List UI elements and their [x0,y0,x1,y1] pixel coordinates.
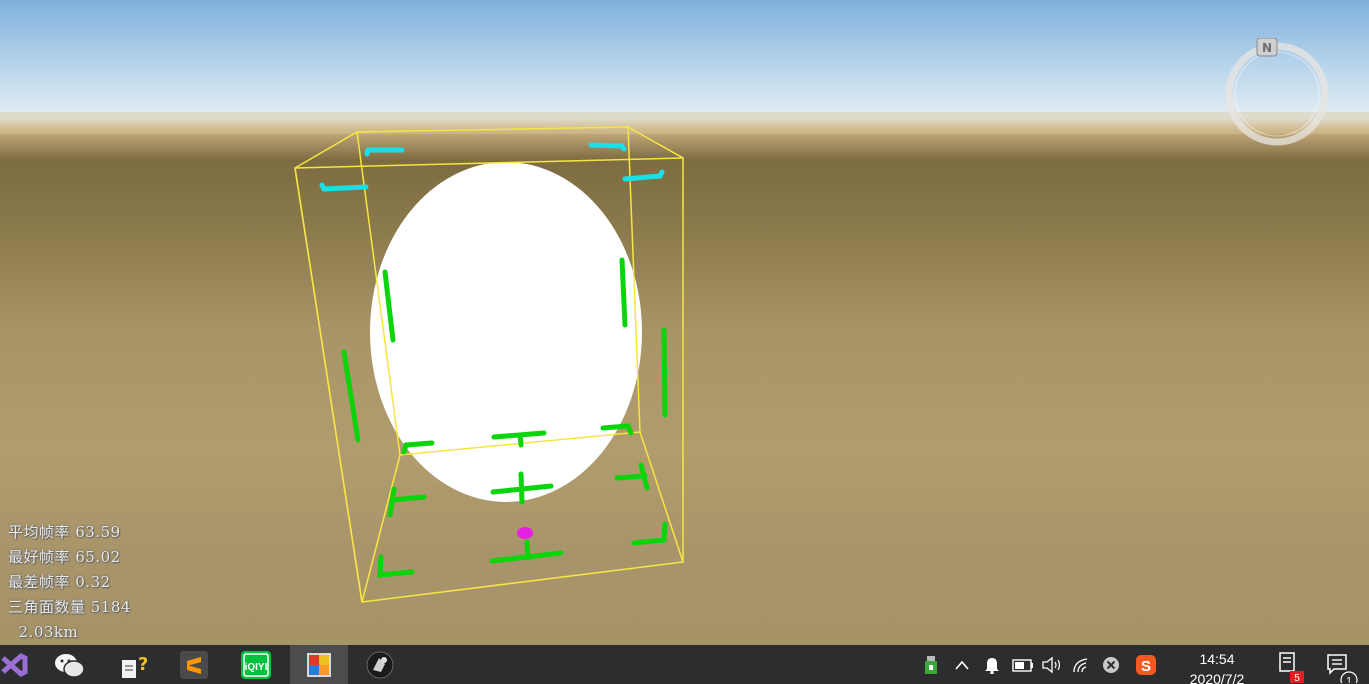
handle-top-back-left [364,147,405,157]
taskbar-app-iqiyi[interactable]: iQIYI [228,645,284,684]
tray-show-hidden-icons[interactable] [950,645,974,684]
3d-viewport[interactable]: N 平均帧率 63.59 最好帧率 65.02 最差帧率 0.32 三角面数量 … [0,0,1369,645]
taskbar-app-wechat[interactable] [42,645,98,684]
tray-news-feed[interactable]: 5 [1276,645,1306,684]
media-player-app-icon [366,651,394,678]
iqiyi-label: iQIYI [245,662,268,673]
tray-action-center[interactable]: 1 [1322,645,1362,684]
taskbar-app-image-viewer[interactable] [290,645,348,684]
triangle-count-text: 三角面数量 5184 [8,598,131,616]
handle-bottom-front-left [377,554,415,578]
compass-north-label: N [1262,41,1272,55]
handle-bottom-mid-right [614,462,650,491]
tray-usb-device[interactable] [920,645,942,684]
box-edge-bottom-left [361,454,401,603]
avg-fps-text: 平均帧率 63.59 [8,523,121,541]
news-badge-count: 5 [1294,673,1300,683]
sublime-text-icon [180,650,208,679]
clock-date: 2020/7/2 [1189,671,1245,684]
tray-battery[interactable] [1010,645,1036,684]
help-document-icon: ? [122,654,147,678]
bell-icon [985,657,999,674]
taskbar-clock[interactable]: 14:54 2020/7/2 [1176,645,1258,684]
handle-front-left-edge [341,349,361,443]
scene-canvas[interactable] [0,0,1369,645]
clock-time: 14:54 [1199,651,1235,667]
handle-top-back-right [588,142,627,152]
tray-volume[interactable] [1040,645,1064,684]
chevron-up-icon [955,660,969,670]
visual-studio-icon [1,652,28,677]
handle-front-right-edge [661,327,668,418]
iqiyi-icon: iQIYI [241,650,271,679]
news-feed-icon: 5 [1279,651,1304,683]
wechat-icon [55,653,85,678]
handle-bottom-front-mid [489,539,564,564]
selected-ellipse-object[interactable] [370,162,642,502]
svg-text:?: ? [138,654,147,675]
taskbar: ? iQIYI [0,645,1369,684]
sogou-ime-icon: S [1136,654,1156,675]
stats-overlay: 平均帧率 63.59 最好帧率 65.02 最差帧率 0.32 三角面数量 51… [8,520,131,645]
handle-back-right-edge [619,257,628,328]
tray-network[interactable] [1070,645,1094,684]
handle-bottom-front-right [631,521,668,546]
compass-ring [1225,42,1329,146]
ime-label: S [1141,658,1151,675]
compass-inner-ring [1234,51,1320,137]
speaker-icon [1042,656,1061,673]
usb-drive-icon [925,655,937,674]
taskbar-app-sublime-text[interactable] [166,645,222,684]
taskbar-app-media-player[interactable] [352,645,408,684]
horizon-haze [0,112,1369,134]
handle-top-front-left [319,182,369,192]
best-fps-text: 最好帧率 65.02 [8,548,121,566]
action-center-icon: 1 [1327,653,1358,683]
pivot-center-marker[interactable] [517,527,533,539]
camera-distance-text: 2.03km [8,623,79,641]
taskbar-app-visual-studio[interactable] [0,645,42,684]
tray-input-method[interactable]: S [1134,645,1158,684]
battery-icon [1012,658,1033,672]
box-edge-front-left [294,167,363,603]
tray-notifications-bell[interactable] [980,645,1004,684]
compass-widget[interactable]: N [1224,37,1330,148]
handle-bottom-mid-left [387,486,427,518]
taskbar-app-help-document[interactable]: ? [104,645,160,684]
tray-status-error[interactable] [1100,645,1122,684]
action-center-count: 1 [1346,676,1352,683]
worst-fps-text: 最差帧率 0.32 [8,573,111,591]
close-circle-icon [1103,656,1119,673]
image-viewer-app-icon [307,652,331,677]
wifi-icon [1073,657,1088,672]
